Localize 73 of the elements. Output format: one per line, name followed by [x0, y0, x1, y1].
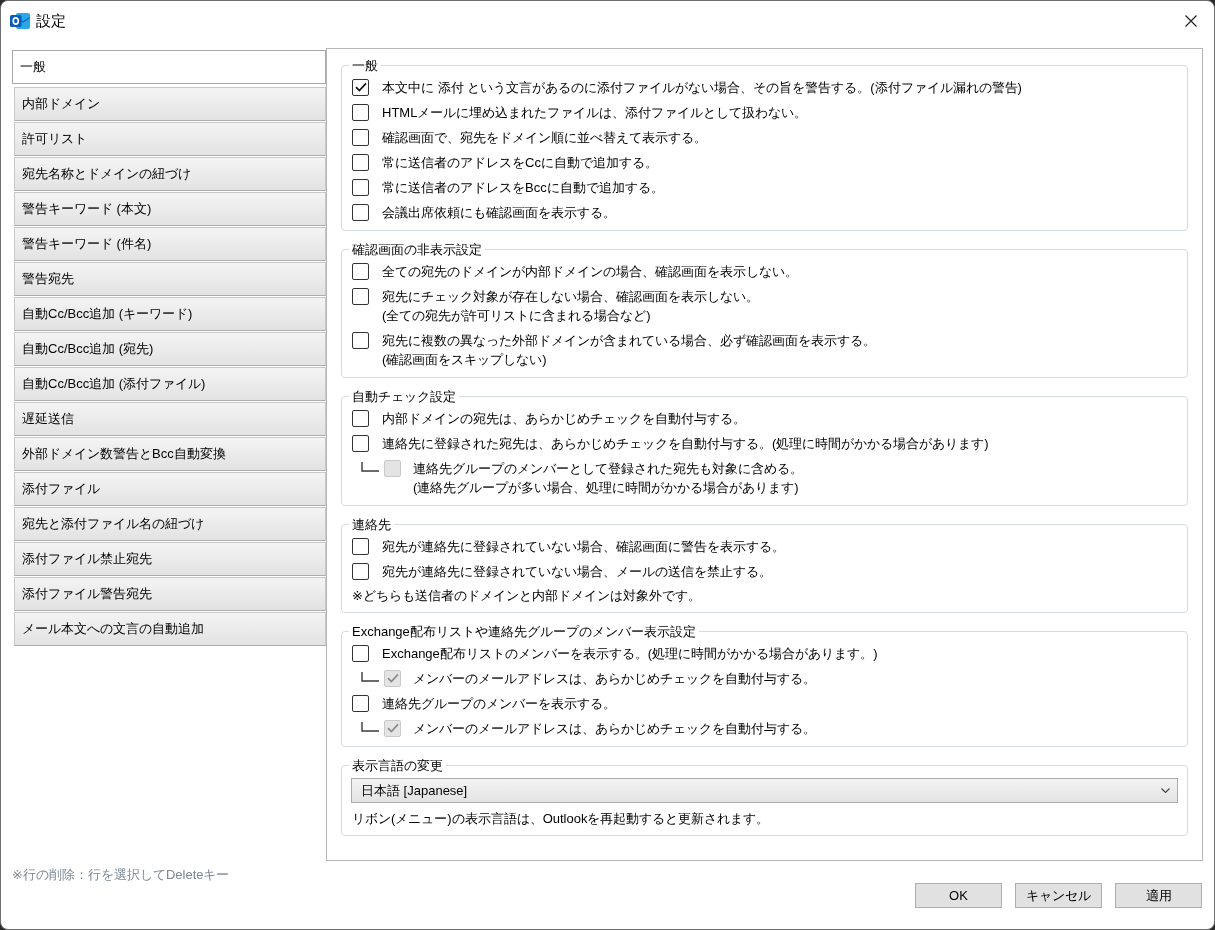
- checkbox[interactable]: [352, 562, 369, 580]
- nav-tab[interactable]: 警告宛先: [14, 262, 326, 296]
- group-title: 連絡先: [351, 516, 392, 533]
- nav-tab[interactable]: 警告キーワード (本文): [14, 192, 326, 226]
- dialog-button[interactable]: キャンセル: [1015, 883, 1102, 908]
- nav-tab[interactable]: 内部ドメイン: [14, 87, 326, 121]
- nav-tab[interactable]: 自動Cc/Bcc追加 (添付ファイル): [14, 367, 326, 401]
- nav-tab[interactable]: 添付ファイル: [14, 472, 326, 506]
- chevron-down-icon: [1161, 788, 1170, 793]
- app-logo-icon: [10, 12, 30, 30]
- nav-tab[interactable]: 宛先と添付ファイル名の紐づけ: [14, 507, 326, 541]
- checkbox-label: 連絡先グループのメンバーとして登録された宛先も対象に含める。 (連絡先グループが多い場合、処理に時間がかかる場合があります): [413, 459, 803, 497]
- checkbox-label: 宛先にチェック対象が存在しない場合、確認画面を表示しない。 (全ての宛先が許可リストに含まれる場合など): [382, 287, 759, 325]
- checkbox-label: 本文中に 添付 という文言があるのに添付ファイルがない場合、その旨を警告する。(添付ファイル漏れの警告): [382, 78, 1022, 97]
- checkbox[interactable]: [352, 203, 369, 221]
- note-text: リボン(メニュー)の表示言語は、Outlookを再起動すると更新されます。: [352, 811, 770, 826]
- nav-tab[interactable]: 許可リスト: [14, 122, 326, 156]
- checkbox-label: メンバーのメールアドレスは、あらかじめチェックを自動付与する。: [413, 669, 816, 688]
- checkbox[interactable]: [352, 287, 369, 305]
- checkbox-label: 宛先が連絡先に登録されていない場合、メールの送信を禁止する。: [382, 562, 772, 581]
- nav-tab[interactable]: 添付ファイル警告宛先: [14, 577, 326, 611]
- checkbox-label: 常に送信者のアドレスをCcに自動で追加する。: [382, 153, 658, 172]
- window-title: 設定: [36, 11, 66, 31]
- checkbox[interactable]: [352, 644, 369, 662]
- checkbox[interactable]: [352, 153, 369, 171]
- group-title: 自動チェック設定: [351, 388, 457, 405]
- dropdown[interactable]: 日本語 [Japanese]: [351, 778, 1178, 803]
- nav-tab[interactable]: 自動Cc/Bcc追加 (キーワード): [14, 297, 326, 331]
- nav-tab[interactable]: 遅延送信: [14, 402, 326, 436]
- note-text: ※どちらも送信者のドメインと内部ドメインは対象外です。: [352, 588, 701, 603]
- group-title: 表示言語の変更: [351, 757, 444, 774]
- tree-branch-icon: [361, 671, 379, 682]
- checkbox[interactable]: [352, 694, 369, 712]
- group-title: Exchange配布リストや連絡先グループのメンバー表示設定: [351, 623, 697, 640]
- nav-tab[interactable]: 添付ファイル禁止宛先: [14, 542, 326, 576]
- checkbox[interactable]: [352, 103, 369, 121]
- checkbox-label: Exchange配布リストのメンバーを表示する。(処理に時間がかかる場合があります。): [382, 644, 878, 663]
- checkbox[interactable]: [352, 178, 369, 196]
- checkbox[interactable]: [352, 331, 369, 349]
- nav-tab[interactable]: 一般: [12, 50, 326, 84]
- checkbox-label: 宛先に複数の異なった外部ドメインが含まれている場合、必ず確認画面を表示する。 (確認画面をスキップしない): [382, 331, 876, 369]
- close-icon: [1185, 15, 1197, 27]
- checkbox-label: 連絡先グループのメンバーを表示する。: [382, 694, 616, 713]
- dialog-button[interactable]: 適用: [1115, 883, 1202, 908]
- hint-text: ※行の削除：行を選択してDeleteキー: [12, 866, 230, 883]
- checkbox-label: 確認画面で、宛先をドメイン順に並べ替えて表示する。: [382, 128, 707, 147]
- checkbox-label: 内部ドメインの宛先は、あらかじめチェックを自動付与する。: [382, 409, 746, 428]
- checkmark-icon: [354, 82, 367, 92]
- group-title: 確認画面の非表示設定: [351, 241, 483, 258]
- checkbox-label: 常に送信者のアドレスをBccに自動で追加する。: [382, 178, 664, 197]
- nav-tab[interactable]: 警告キーワード (件名): [14, 227, 326, 261]
- checkbox[interactable]: [352, 262, 369, 280]
- nav-tab[interactable]: メール本文への文言の自動追加: [14, 612, 326, 646]
- group-title: 一般: [351, 57, 379, 74]
- checkbox[interactable]: [352, 409, 369, 427]
- checkbox[interactable]: [352, 78, 369, 96]
- nav-tab[interactable]: 外部ドメイン数警告とBcc自動変換: [14, 437, 326, 471]
- checkbox-label: HTMLメールに埋め込まれたファイルは、添付ファイルとして扱わない。: [382, 103, 808, 122]
- checkbox-label: 宛先が連絡先に登録されていない場合、確認画面に警告を表示する。: [382, 537, 785, 556]
- checkmark-icon: [386, 673, 399, 683]
- checkbox[interactable]: [352, 128, 369, 146]
- checkbox-label: 連絡先に登録された宛先は、あらかじめチェックを自動付与する。(処理に時間がかかる場合があります): [382, 434, 989, 453]
- checkbox[interactable]: [352, 434, 369, 452]
- checkbox-label: 会議出席依頼にも確認画面を表示する。: [382, 203, 616, 222]
- checkbox-label: 全ての宛先のドメインが内部ドメインの場合、確認画面を表示しない。: [382, 262, 798, 281]
- tree-branch-icon: [361, 461, 379, 472]
- checkbox-label: メンバーのメールアドレスは、あらかじめチェックを自動付与する。: [413, 719, 816, 738]
- nav-tab[interactable]: 自動Cc/Bcc追加 (宛先): [14, 332, 326, 366]
- tree-branch-icon: [361, 721, 379, 732]
- dialog-button[interactable]: OK: [915, 883, 1002, 908]
- nav-tab[interactable]: 宛先名称とドメインの紐づけ: [14, 157, 326, 191]
- checkmark-icon: [386, 723, 399, 733]
- checkbox[interactable]: [352, 537, 369, 555]
